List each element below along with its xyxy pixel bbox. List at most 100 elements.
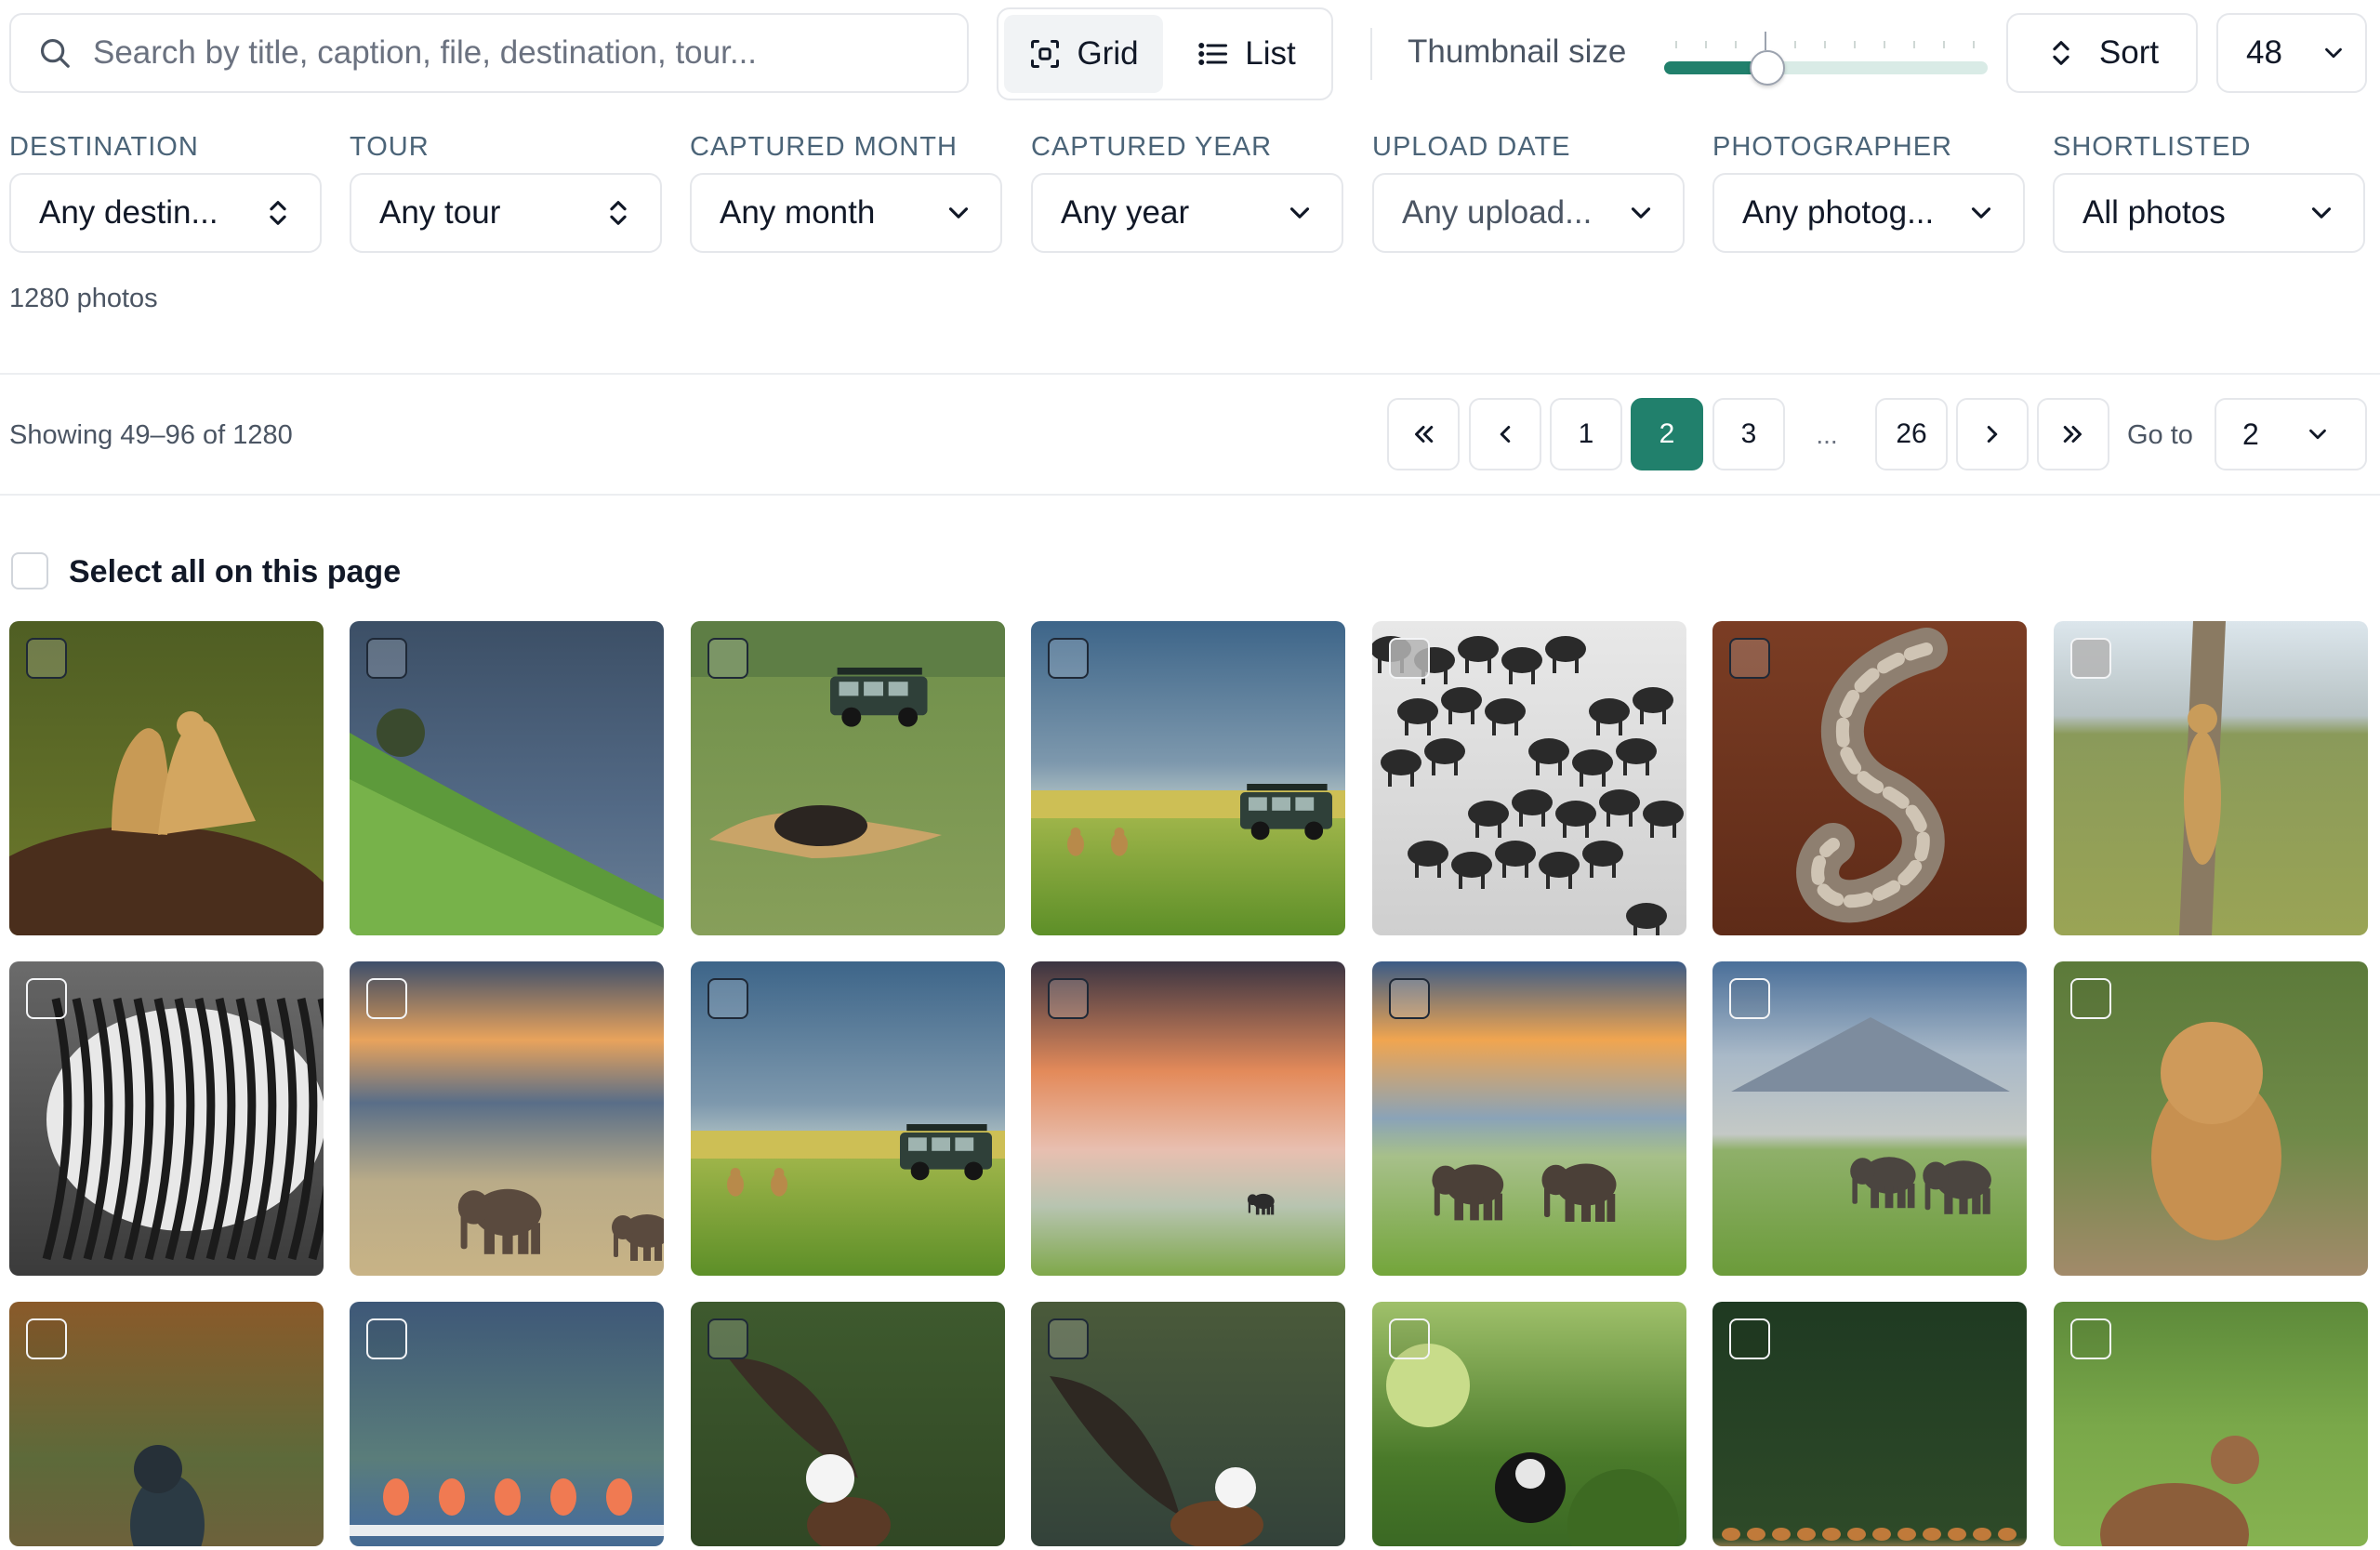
updown-icon — [610, 201, 627, 225]
photo-select-checkbox[interactable] — [2070, 1318, 2111, 1359]
go-to-page-select[interactable]: 2 — [2215, 398, 2367, 470]
select-all-label[interactable]: Select all on this page — [69, 554, 401, 590]
view-toggle: Grid List — [997, 7, 1333, 100]
slider-thumb[interactable] — [1750, 50, 1786, 86]
go-to-value: 2 — [2242, 417, 2259, 451]
photo-tile[interactable] — [1712, 1302, 2027, 1546]
slider-tick — [1943, 41, 1945, 48]
divider — [0, 494, 2380, 496]
search-input[interactable] — [93, 34, 930, 72]
slider-tick — [1675, 41, 1677, 48]
photo-tile[interactable] — [350, 621, 664, 935]
photo-tile[interactable] — [1372, 1302, 1686, 1546]
filter-photographer: PHOTOGRAPHER Any photog... — [1712, 132, 2025, 253]
filter-captured-year: CAPTURED YEAR Any year — [1031, 132, 1343, 253]
chevron-down-icon — [1289, 207, 1310, 219]
photo-select-checkbox[interactable] — [26, 638, 67, 679]
grid-view-button[interactable]: Grid — [1004, 15, 1163, 93]
photo-select-checkbox[interactable] — [707, 1318, 748, 1359]
photo-select-checkbox[interactable] — [1048, 638, 1089, 679]
chevron-down-icon — [948, 207, 969, 219]
photo-tile[interactable] — [1031, 621, 1345, 935]
page-button[interactable]: 26 — [1875, 398, 1948, 470]
next-page-button[interactable] — [1956, 398, 2029, 470]
filter-label: SHORTLISTED — [2053, 132, 2252, 162]
photo-tile[interactable] — [691, 621, 1005, 935]
filter-value: Any upload... — [1402, 194, 1593, 231]
photo-tile[interactable] — [350, 1302, 664, 1546]
destination-select[interactable]: Any destin... — [9, 173, 322, 253]
photographer-select[interactable]: Any photog... — [1712, 173, 2025, 253]
slider-tick — [1765, 32, 1766, 50]
filter-value: All photos — [2082, 194, 2226, 231]
photo-tile[interactable] — [9, 961, 324, 1276]
photo-tile[interactable] — [1712, 621, 2027, 935]
previous-page-button[interactable] — [1469, 398, 1541, 470]
photo-select-checkbox[interactable] — [1048, 978, 1089, 1019]
filter-shortlisted: SHORTLISTED All photos — [2053, 132, 2365, 253]
photo-tile[interactable] — [9, 621, 324, 935]
slider-tick — [1824, 41, 1826, 48]
filter-tour: TOUR Any tour — [350, 132, 662, 253]
photo-select-checkbox[interactable] — [1729, 978, 1770, 1019]
filter-value: Any photog... — [1742, 194, 1935, 231]
sort-button[interactable]: Sort — [2006, 13, 2198, 93]
search-icon — [40, 38, 70, 68]
thumbnail-size-label: Thumbnail size — [1408, 33, 1627, 70]
photo-select-checkbox[interactable] — [1389, 638, 1430, 679]
first-page-button[interactable] — [1387, 398, 1460, 470]
shortlisted-select[interactable]: All photos — [2053, 173, 2365, 253]
photo-select-checkbox[interactable] — [366, 638, 407, 679]
select-all-checkbox[interactable] — [11, 552, 48, 590]
list-view-button[interactable]: List — [1167, 15, 1326, 93]
photo-select-checkbox[interactable] — [366, 1318, 407, 1359]
filter-label: CAPTURED YEAR — [1031, 132, 1273, 162]
photo-select-checkbox[interactable] — [1389, 1318, 1430, 1359]
photo-tile[interactable] — [9, 1302, 324, 1546]
photo-select-checkbox[interactable] — [366, 978, 407, 1019]
page-button-current[interactable]: 2 — [1631, 398, 1703, 470]
captured-year-select[interactable]: Any year — [1031, 173, 1343, 253]
photo-tile[interactable] — [2054, 621, 2368, 935]
photo-select-checkbox[interactable] — [1729, 638, 1770, 679]
search-field[interactable] — [9, 13, 969, 93]
per-page-select[interactable]: 48 — [2216, 13, 2367, 93]
filter-label: PHOTOGRAPHER — [1712, 132, 1953, 162]
page-button[interactable]: 3 — [1712, 398, 1785, 470]
photo-tile[interactable] — [1031, 961, 1345, 1276]
divider — [0, 373, 2380, 375]
page-ellipsis: ... — [1816, 420, 1838, 449]
captured-month-select[interactable]: Any month — [690, 173, 1002, 253]
filter-label: TOUR — [350, 132, 430, 162]
photo-select-checkbox[interactable] — [2070, 638, 2111, 679]
photo-tile[interactable] — [1372, 961, 1686, 1276]
photo-tile[interactable] — [1712, 961, 2027, 1276]
upload-date-select[interactable]: Any upload... — [1372, 173, 1685, 253]
photo-select-checkbox[interactable] — [2070, 978, 2111, 1019]
filter-label: DESTINATION — [9, 132, 199, 162]
slider-tick — [1735, 41, 1737, 48]
last-page-button[interactable] — [2037, 398, 2109, 470]
tour-select[interactable]: Any tour — [350, 173, 662, 253]
slider-tick — [1913, 41, 1915, 48]
photo-tile[interactable] — [350, 961, 664, 1276]
photo-select-checkbox[interactable] — [1729, 1318, 1770, 1359]
photo-select-checkbox[interactable] — [26, 1318, 67, 1359]
list-view-label: List — [1245, 35, 1296, 72]
photo-select-checkbox[interactable] — [707, 978, 748, 1019]
filter-upload-date: UPLOAD DATE Any upload... — [1372, 132, 1685, 253]
photo-tile[interactable] — [1372, 621, 1686, 935]
sort-updown-icon — [2053, 41, 2069, 65]
filter-label: UPLOAD DATE — [1372, 132, 1571, 162]
photo-select-checkbox[interactable] — [707, 638, 748, 679]
photo-tile[interactable] — [2054, 961, 2368, 1276]
photo-select-checkbox[interactable] — [26, 978, 67, 1019]
photo-tile[interactable] — [2054, 1302, 2368, 1546]
photo-tile[interactable] — [1031, 1302, 1345, 1546]
photo-tile[interactable] — [691, 961, 1005, 1276]
photo-select-checkbox[interactable] — [1389, 978, 1430, 1019]
photo-tile[interactable] — [691, 1302, 1005, 1546]
thumbnail-size-slider[interactable] — [1664, 28, 1988, 86]
photo-select-checkbox[interactable] — [1048, 1318, 1089, 1359]
page-button[interactable]: 1 — [1550, 398, 1622, 470]
